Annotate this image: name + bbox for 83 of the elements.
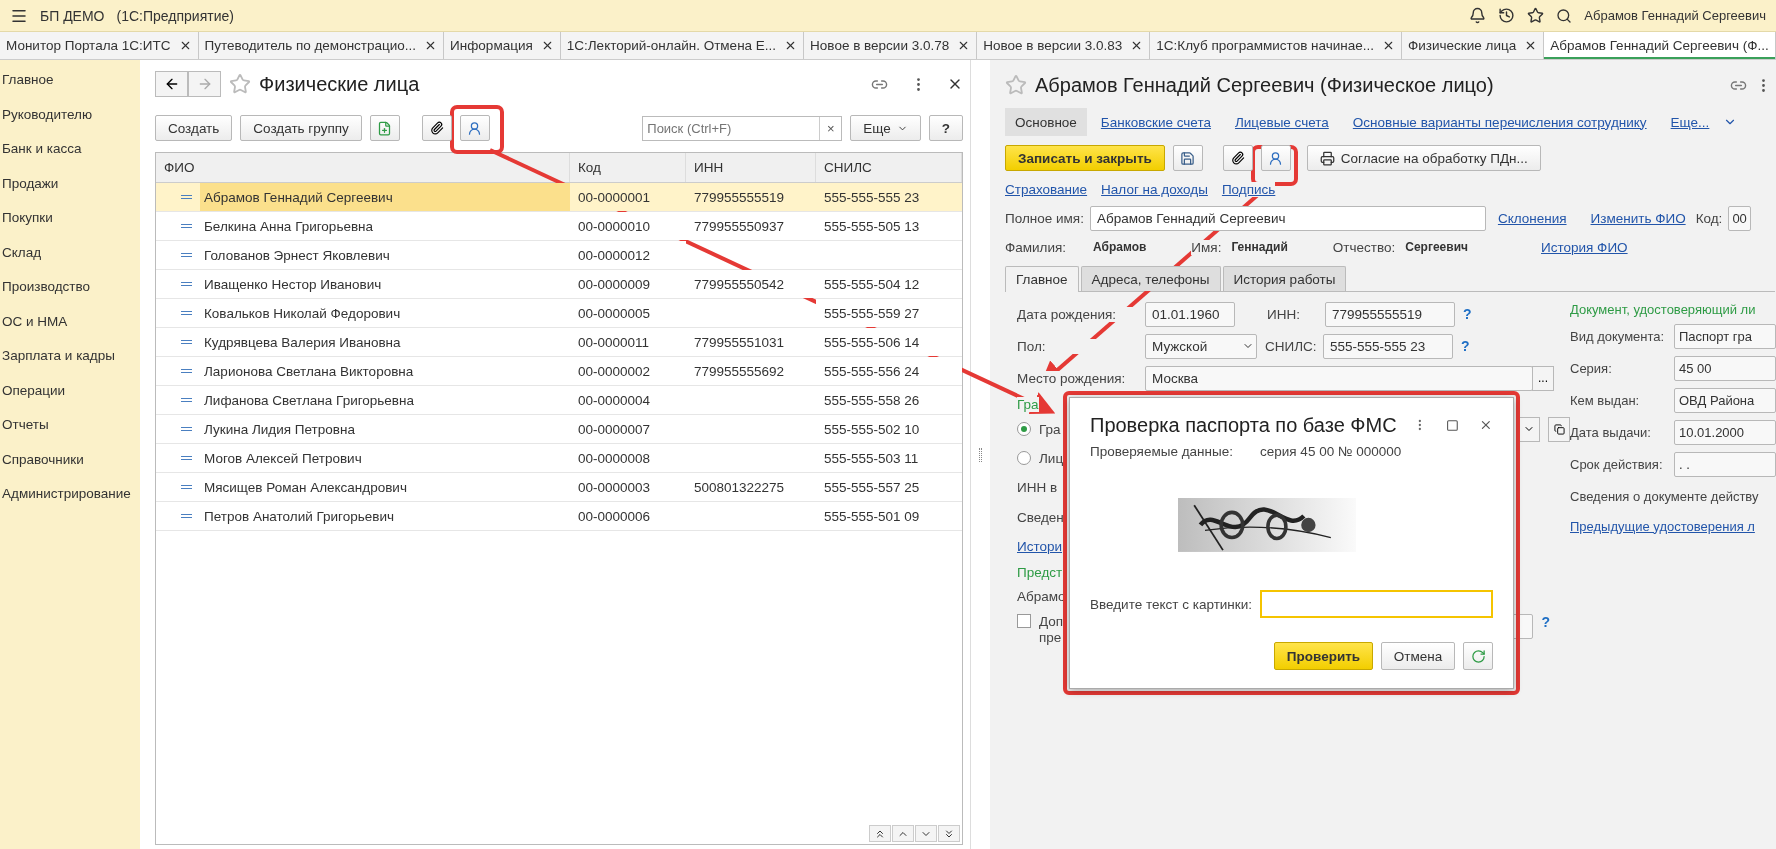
- save-close-button[interactable]: Записать и закрыть: [1005, 145, 1165, 171]
- document-field[interactable]: Паспорт гра: [1674, 323, 1776, 349]
- window-tab[interactable]: Путеводитель по демонстрацио...: [198, 32, 445, 59]
- help-link[interactable]: ?: [1541, 614, 1550, 630]
- help-link[interactable]: ?: [1461, 338, 1470, 354]
- full-name-field[interactable]: Абрамов Геннадий Сергеевич: [1089, 205, 1486, 231]
- window-tab[interactable]: 1С:Клуб программистов начинае...: [1150, 32, 1403, 59]
- select-button[interactable]: ...: [1532, 365, 1554, 391]
- section-heading: Документ, удостоверяющий ли: [1570, 301, 1756, 317]
- sidebar-item[interactable]: Зарплата и кадры: [0, 348, 140, 383]
- column-header[interactable]: ИНН: [686, 153, 816, 182]
- sidebar-item[interactable]: Отчеты: [0, 417, 140, 452]
- form-title: Абрамов Геннадий Сергеевич (Физическое лицо): [1035, 73, 1494, 97]
- help-button[interactable]: ?: [928, 115, 963, 141]
- form-tab[interactable]: Главное: [1005, 266, 1079, 292]
- check-button[interactable]: Проверить: [1274, 642, 1373, 670]
- table-row[interactable]: Абрамов Геннадий Сергеевич 00-0000001 779955555519 555-555-555 23: [156, 183, 962, 212]
- cancel-button[interactable]: Отмена: [1381, 642, 1455, 670]
- table-row[interactable]: Кудрявцева Валерия Ивановна 00-0000011 779955551031 555-555-506 14: [156, 328, 962, 357]
- field-label: Сведения о документе действу: [1570, 488, 1759, 504]
- link[interactable]: Подпись: [1221, 181, 1276, 197]
- sidebar-item[interactable]: Операции: [0, 382, 140, 417]
- table-row[interactable]: Ларионова Светлана Викторовна 00-0000002 779955555692 555-555-556 24: [156, 357, 962, 386]
- sidebar-item[interactable]: ОС и НМА: [0, 313, 140, 348]
- window-tab[interactable]: Физические лица: [1402, 32, 1545, 59]
- form-tab[interactable]: Адреса, телефоны: [1080, 266, 1221, 291]
- field-value: Сергеевич: [1405, 240, 1468, 254]
- sidebar-item[interactable]: Справочники: [0, 451, 140, 486]
- sidebar-item[interactable]: Администрирование: [0, 486, 140, 521]
- column-header[interactable]: ФИО: [156, 153, 570, 182]
- document-field[interactable]: ОВД Района: [1674, 387, 1776, 413]
- document-field[interactable]: 10.01.2000: [1674, 419, 1776, 445]
- search-field[interactable]: Поиск (Ctrl+F) ×: [642, 115, 843, 141]
- window-tab[interactable]: Информация: [444, 32, 561, 59]
- field-value: Геннадий: [1231, 240, 1288, 254]
- sidebar-item[interactable]: Руководителю: [0, 106, 140, 141]
- table-row[interactable]: Иващенко Нестор Иванович 00-0000009 779955550542 555-555-504 12: [156, 270, 962, 299]
- app-title: БП ДЕМО: [40, 7, 105, 24]
- window-tab[interactable]: Новое в версии 3.0.83: [977, 32, 1151, 59]
- section-link[interactable]: Основные варианты перечисления сотруднику: [1342, 108, 1657, 136]
- code-field[interactable]: 00: [1728, 205, 1751, 231]
- sidebar-item[interactable]: Склад: [0, 244, 140, 279]
- inn-field[interactable]: 779955555519: [1325, 301, 1455, 327]
- section-link[interactable]: Банковские счета: [1090, 108, 1221, 136]
- section-link[interactable]: Лицевые счета: [1224, 108, 1339, 136]
- user-name: Абрамов Геннадий Сергеевич: [1584, 8, 1766, 23]
- create-button[interactable]: Создать: [155, 115, 233, 141]
- sidebar-item[interactable]: Банк и касса: [0, 141, 140, 176]
- more-button[interactable]: Еще: [850, 115, 921, 141]
- sidebar-item[interactable]: Главное: [0, 72, 140, 107]
- snils-field[interactable]: 555-555-555 23: [1323, 333, 1453, 359]
- section-link[interactable]: Основное: [1005, 108, 1087, 136]
- help-link[interactable]: ?: [1463, 306, 1472, 322]
- birth-place-field[interactable]: Москва: [1145, 365, 1533, 391]
- sex-select[interactable]: Мужской: [1145, 333, 1257, 359]
- field-value: серия 45 00 № 000000: [1260, 444, 1402, 460]
- column-header[interactable]: Код: [570, 153, 686, 182]
- consent-button[interactable]: Согласие на обработку ПДн...: [1306, 145, 1541, 171]
- sidebar-item[interactable]: Покупки: [0, 210, 140, 245]
- create-group-button[interactable]: Создать группу: [240, 115, 362, 141]
- section-link[interactable]: Еще...: [1660, 108, 1720, 136]
- birth-date-field[interactable]: 01.01.1960: [1145, 301, 1235, 327]
- window-tab[interactable]: Монитор Портала 1С:ИТС: [0, 32, 199, 59]
- table-row[interactable]: Голованов Эрнест Яковлевич 00-0000012: [156, 241, 962, 270]
- window-tab[interactable]: Абрамов Геннадий Сергеевич (Ф...: [1544, 32, 1776, 59]
- field-label: Имя:: [1191, 239, 1222, 255]
- section-heading: Гра: [1017, 396, 1039, 412]
- form-title: Физические лица: [259, 72, 420, 96]
- app-subtitle: (1С:Предприятие): [116, 7, 234, 24]
- window-tab[interactable]: Новое в версии 3.0.78: [804, 32, 978, 59]
- column-header[interactable]: СНИЛС: [816, 153, 962, 182]
- table-row[interactable]: Ковальков Николай Федорович 00-0000005 555-555-559 27: [156, 299, 962, 328]
- form-tab[interactable]: История работы: [1222, 266, 1347, 291]
- checkbox-label: Доп пре: [1039, 614, 1064, 646]
- sidebar-item[interactable]: Производство: [0, 279, 140, 314]
- document-field[interactable]: . .: [1674, 451, 1776, 477]
- table-cell: Абрамов Геннадий Сергеевич: [200, 183, 570, 211]
- table-row[interactable]: Белкина Анна Григорьевна 00-0000010 779955550937 555-555-505 13: [156, 212, 962, 241]
- field-value: Абрамов: [1093, 240, 1147, 254]
- dialog-title: Проверка паспорта по базе ФМС: [1090, 414, 1397, 437]
- window-tab[interactable]: 1С:Лекторий-онлайн. Отмена Е...: [560, 32, 805, 59]
- sidebar-item[interactable]: Продажи: [0, 175, 140, 210]
- document-field[interactable]: 45 00: [1674, 355, 1776, 381]
